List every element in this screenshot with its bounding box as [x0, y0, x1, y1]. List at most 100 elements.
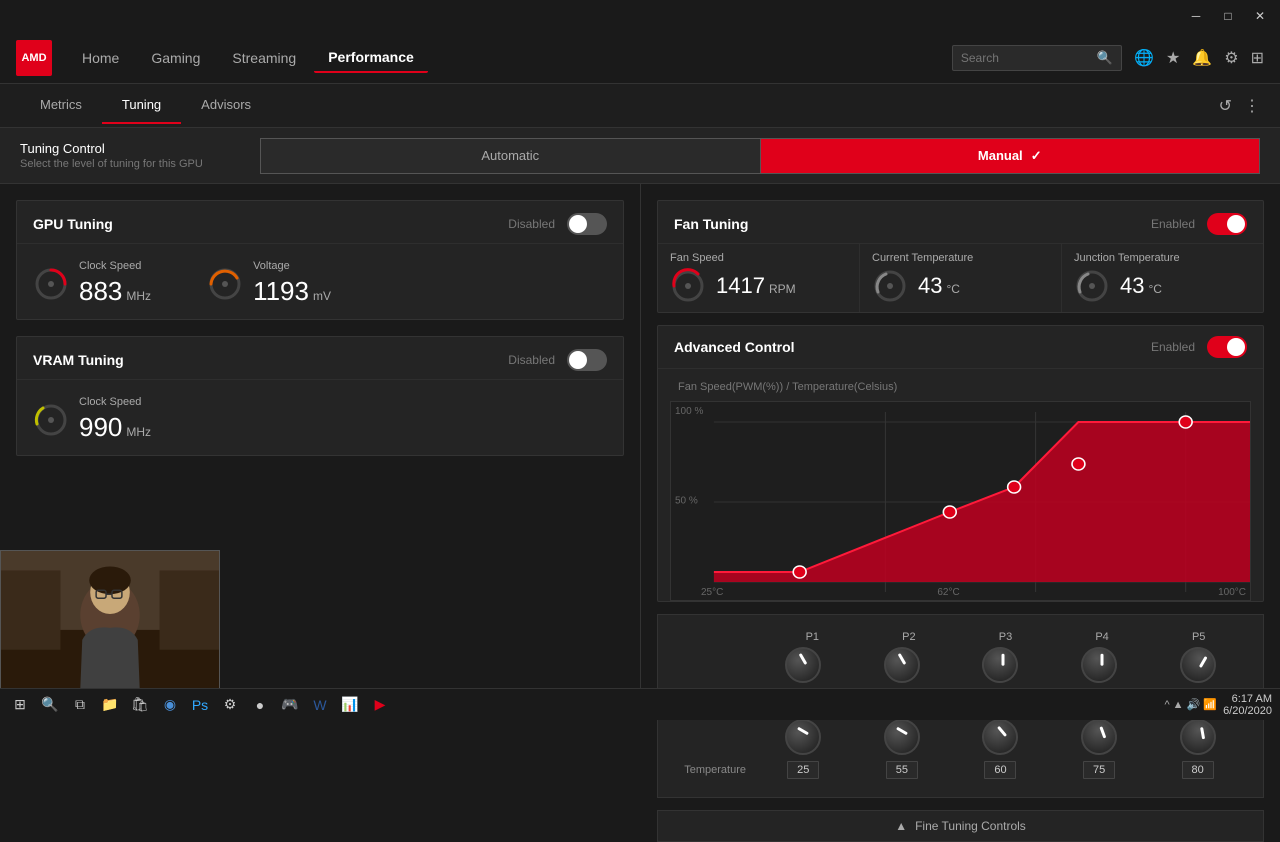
vram-clock-unit: MHz [126, 425, 151, 439]
fan-knob-2[interactable] [884, 647, 920, 683]
titlebar-right: ─ □ ✕ [1184, 4, 1272, 28]
temp-knob-2[interactable] [884, 719, 920, 755]
fan-speed-knob-row [674, 647, 1247, 689]
tab-advisors[interactable]: Advisors [181, 87, 271, 124]
tabs: Metrics Tuning Advisors [20, 87, 271, 124]
right-panel: Fan Tuning Enabled Fan Speed [640, 184, 1280, 720]
p3-label: P3 [987, 631, 1023, 643]
more-icon[interactable]: ⋮ [1244, 96, 1260, 116]
temp-val-5[interactable]: 80 [1182, 761, 1214, 779]
taskbar: ⊞ 🔍 ⧉ 📁 🛍 ◉ Ps ⚙ ● 🎮 W 📊 ▶ ^ ▲ 🔊 📶 6:17 … [0, 688, 1280, 720]
search-icon: 🔍 [1097, 50, 1113, 66]
fan-speed-stat: Fan Speed 1417 RPM [658, 244, 859, 312]
p-labels-row: P1 P2 P3 P4 P5 [674, 627, 1247, 647]
knob-p1-fan [785, 647, 821, 683]
voltage-value: 1193 [253, 276, 309, 307]
fine-tuning-bar[interactable]: ▲ Fine Tuning Controls [657, 810, 1264, 842]
gpu-tuning-body: Clock Speed 883 MHz [17, 244, 623, 319]
globe-icon[interactable]: 🌐 [1134, 48, 1154, 68]
current-temp-value: 43 [918, 273, 942, 299]
temp-val-1[interactable]: 25 [787, 761, 819, 779]
minimize-button[interactable]: ─ [1184, 4, 1208, 28]
start-button[interactable]: ⊞ [8, 693, 32, 717]
advanced-control-header: Advanced Control Enabled [658, 326, 1263, 369]
gpu-tuning-toggle[interactable] [567, 213, 607, 235]
vram-tuning-status: Disabled [508, 353, 555, 367]
navbar-right: 🔍 🌐 ★ 🔔 ⚙ ⊞ [952, 45, 1264, 71]
advanced-control-toggle[interactable] [1207, 336, 1247, 358]
temp-val-4[interactable]: 75 [1083, 761, 1115, 779]
knob-p3-temp [982, 719, 1018, 755]
current-temp-stat: Current Temperature 43 °C [859, 244, 1061, 312]
check-icon: ✓ [1031, 148, 1042, 164]
refresh-icon[interactable]: ↺ [1219, 96, 1232, 116]
navbar: AMD Home Gaming Streaming Performance 🔍 … [0, 32, 1280, 84]
temp-knob-row [674, 719, 1247, 755]
tab-tuning[interactable]: Tuning [102, 87, 181, 124]
bell-icon[interactable]: 🔔 [1192, 48, 1212, 68]
gpu-clock-label: Clock Speed [79, 260, 151, 272]
star-icon[interactable]: ★ [1166, 48, 1180, 68]
auto-button[interactable]: Automatic [260, 138, 760, 174]
time-display: 6:17 AM [1223, 693, 1272, 705]
clock: 6:17 AM 6/20/2020 [1223, 693, 1272, 717]
temp-values: 25 55 60 75 80 [754, 761, 1247, 779]
fan-tuning-toggle[interactable] [1207, 213, 1247, 235]
fan-curve-chart[interactable] [671, 402, 1250, 602]
cp-p4[interactable] [1072, 458, 1085, 470]
cp-p2[interactable] [943, 506, 956, 518]
cp-p3[interactable] [1008, 481, 1021, 493]
junction-temp-gauge [1074, 268, 1110, 304]
gpu-tuning-header: GPU Tuning Disabled [17, 201, 623, 244]
task-view[interactable]: ⧉ [68, 693, 92, 717]
fan-knob-1[interactable] [785, 647, 821, 683]
temp-val-3[interactable]: 60 [984, 761, 1016, 779]
fan-knob-3[interactable] [976, 640, 1025, 689]
x-mid-label: 62°C [937, 587, 959, 598]
search-box[interactable]: 🔍 [952, 45, 1122, 71]
amd-logo: AMD [16, 40, 52, 76]
cp-p1[interactable] [793, 566, 806, 578]
temp-knob-1[interactable] [785, 719, 821, 755]
main-content: GPU Tuning Disabled Clock Spe [0, 184, 1280, 720]
tuning-bar: Tuning Control Select the level of tunin… [0, 128, 1280, 184]
ps-icon[interactable]: Ps [188, 693, 212, 717]
store-icon[interactable]: 🛍 [128, 693, 152, 717]
nav-streaming[interactable]: Streaming [218, 44, 310, 72]
search-taskbar[interactable]: 🔍 [38, 693, 62, 717]
grid-icon[interactable]: ⊞ [1251, 48, 1264, 68]
temp-val-2[interactable]: 55 [886, 761, 918, 779]
vram-tuning-card: VRAM Tuning Disabled Clock Sp [16, 336, 624, 456]
fan-knob-4[interactable] [1074, 640, 1123, 689]
app2-icon[interactable]: ● [248, 693, 272, 717]
search-input[interactable] [961, 51, 1091, 65]
amd-taskbar[interactable]: ▶ [368, 693, 392, 717]
current-temp-label: Current Temperature [872, 252, 1049, 264]
tab-metrics[interactable]: Metrics [20, 87, 102, 124]
webcam-video [1, 551, 219, 689]
vram-clock-value: 990 [79, 412, 122, 443]
word-icon[interactable]: W [308, 693, 332, 717]
nav-home[interactable]: Home [68, 44, 133, 72]
p1-label: P1 [794, 631, 830, 643]
webcam-person-svg [1, 550, 219, 690]
nav-gaming[interactable]: Gaming [137, 44, 214, 72]
cp-p5[interactable] [1179, 416, 1192, 428]
settings-icon[interactable]: ⚙ [1224, 48, 1238, 68]
close-button[interactable]: ✕ [1248, 4, 1272, 28]
manual-button[interactable]: Manual ✓ [760, 138, 1261, 174]
app3-icon[interactable]: 📊 [338, 693, 362, 717]
gpu-tuning-card: GPU Tuning Disabled Clock Spe [16, 200, 624, 320]
chrome-icon[interactable]: ◉ [158, 693, 182, 717]
xbox-icon[interactable]: 🎮 [278, 693, 302, 717]
maximize-button[interactable]: □ [1216, 4, 1240, 28]
taskbar-right: ^ ▲ 🔊 📶 6:17 AM 6/20/2020 [1164, 693, 1272, 717]
app-icon[interactable]: ⚙ [218, 693, 242, 717]
temp-value-row: Temperature 25 55 60 75 80 [674, 761, 1247, 779]
fan-knob-5[interactable] [1173, 640, 1222, 689]
temp-knob-3[interactable] [977, 714, 1023, 760]
file-explorer[interactable]: 📁 [98, 693, 122, 717]
vram-tuning-toggle[interactable] [567, 349, 607, 371]
fan-speed-gauge [670, 268, 706, 304]
nav-performance[interactable]: Performance [314, 43, 428, 73]
